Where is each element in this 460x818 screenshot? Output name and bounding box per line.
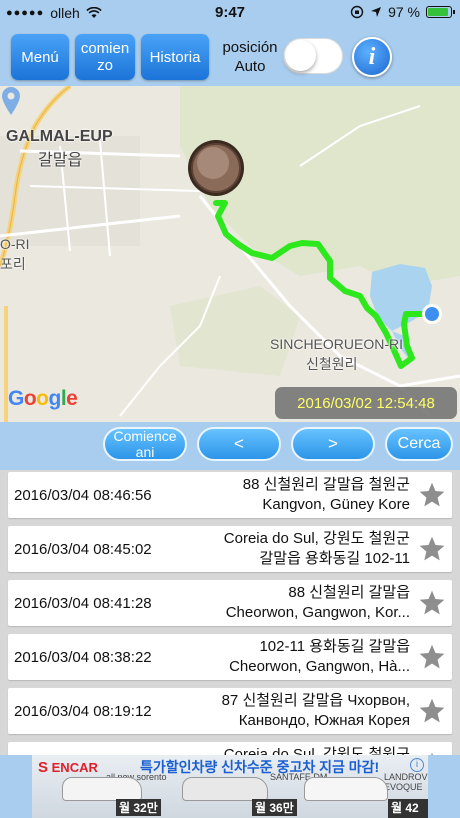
list-item-date: 2016/03/04 08:38:22 [14,649,152,666]
list-item[interactable]: 2016/03/04 08:46:56 88 신철원리 갈말읍 철원군 Kang… [8,472,452,518]
list-item-address: 88 신철원리 갈말읍 철원군 Kangvon, Güney Kore [242,476,410,513]
toolbar: Menú comien zo Historia posición Auto i [0,26,460,86]
map-view[interactable]: GALMAL-EUP 갈말읍 O-RI 포리 SINCHEORUEON-RI 신… [0,86,460,422]
ad-banner[interactable]: S ENCAR 특가할인차량 신차수준 중고차 지금 마감! i all new… [32,755,428,818]
list-item-date: 2016/03/04 08:41:28 [14,595,152,612]
battery-icon [426,6,455,18]
start-button[interactable]: comien zo [75,34,135,80]
map-pin-icon[interactable] [0,86,22,116]
ad-banner-area: S ENCAR 특가할인차량 신차수준 중고차 지금 마감! i all new… [0,755,460,818]
ad-price: 월 42만 [388,799,428,818]
ad-headline: 특가할인차량 신차수준 중고차 지금 마감! [140,759,380,775]
ad-brand: S ENCAR [38,759,98,776]
battery-percent: 97 % [388,4,420,20]
history-list[interactable]: 2016/03/04 08:46:56 88 신철원리 갈말읍 철원군 Kang… [0,470,460,755]
list-item-date: 2016/03/04 08:45:02 [14,541,152,558]
nearby-button[interactable]: Cerca [385,427,453,461]
ad-car-image [304,777,388,801]
list-item-date: 2016/03/04 08:46:56 [14,487,152,504]
favorite-star-icon[interactable] [418,589,446,617]
location-arrow-icon [371,7,382,17]
list-item-address: Coreia do Sul, 강원도 철원군 갈말읍 용화동길 102-11 [223,530,410,567]
favorite-star-icon[interactable] [418,481,446,509]
map-label-town-en: GALMAL-EUP [6,128,113,145]
ad-price: 월 32만 [116,799,161,816]
next-button[interactable]: > [291,427,375,461]
rotation-lock-icon [350,5,364,19]
ad-info-icon[interactable]: i [410,758,424,772]
map-label-village-ko: 신철원리 [306,356,358,372]
map-label-town-ko: 갈말읍 [38,152,83,169]
auto-position-toggle[interactable] [283,38,343,74]
favorite-star-icon[interactable] [418,643,446,671]
list-item[interactable]: 2016/03/04 08:19:12 87 신철원리 갈말읍 Чхорвон,… [8,688,452,734]
google-logo: Google [8,387,78,410]
list-item-address: 87 신철원리 갈말읍 Чхорвон, Канвондо, Южная Кор… [221,692,410,729]
previous-button[interactable]: < [197,427,281,461]
ad-price: 월 36만 [252,799,297,816]
list-item-address: 88 신철원리 갈말읍 Cheorwon, Gangwon, Kor... [225,584,410,621]
ad-car-image [62,777,142,801]
favorite-star-icon[interactable] [418,535,446,563]
start-animation-button[interactable]: Comience ani [103,427,187,461]
map-label-left-ko: 포리 [0,256,26,272]
ad-model: LANDROVER EVOQUE [384,772,428,792]
ad-car-image [182,777,268,801]
status-bar: ●●●●● olleh 9:47 97 % [0,0,460,26]
list-item[interactable]: 2016/03/04 08:41:28 88 신철원리 갈말읍 Cheorwon… [8,580,452,626]
favorite-star-icon[interactable] [418,697,446,725]
list-item[interactable]: 2016/03/04 08:38:22 102-11 용화동길 갈말읍 Cheo… [8,634,452,680]
toggle-knob [285,40,316,71]
map-label-village-en: SINCHEORUEON-RI [270,336,404,352]
menu-button[interactable]: Menú [11,34,69,80]
list-item[interactable]: 2016/03/04 08:45:02 Coreia do Sul, 강원도 철… [8,526,452,572]
history-button[interactable]: Historia [141,34,209,80]
list-item-address: Coreia do Sul, 강원도 철원군 [223,746,410,755]
map-timestamp: 2016/03/02 12:54:48 [275,387,457,419]
playback-controls: Comience ani < > Cerca [0,422,460,470]
list-item[interactable]: Coreia do Sul, 강원도 철원군 [8,742,452,755]
map-label-left-en: O-RI [0,236,30,252]
list-item-date: 2016/03/04 08:19:12 [14,703,152,720]
auto-position-label: posición Auto [222,39,278,75]
info-button[interactable]: i [352,37,392,77]
list-item-address: 102-11 용화동길 갈말읍 Cheorwon, Gangwon, Hà... [229,638,410,675]
